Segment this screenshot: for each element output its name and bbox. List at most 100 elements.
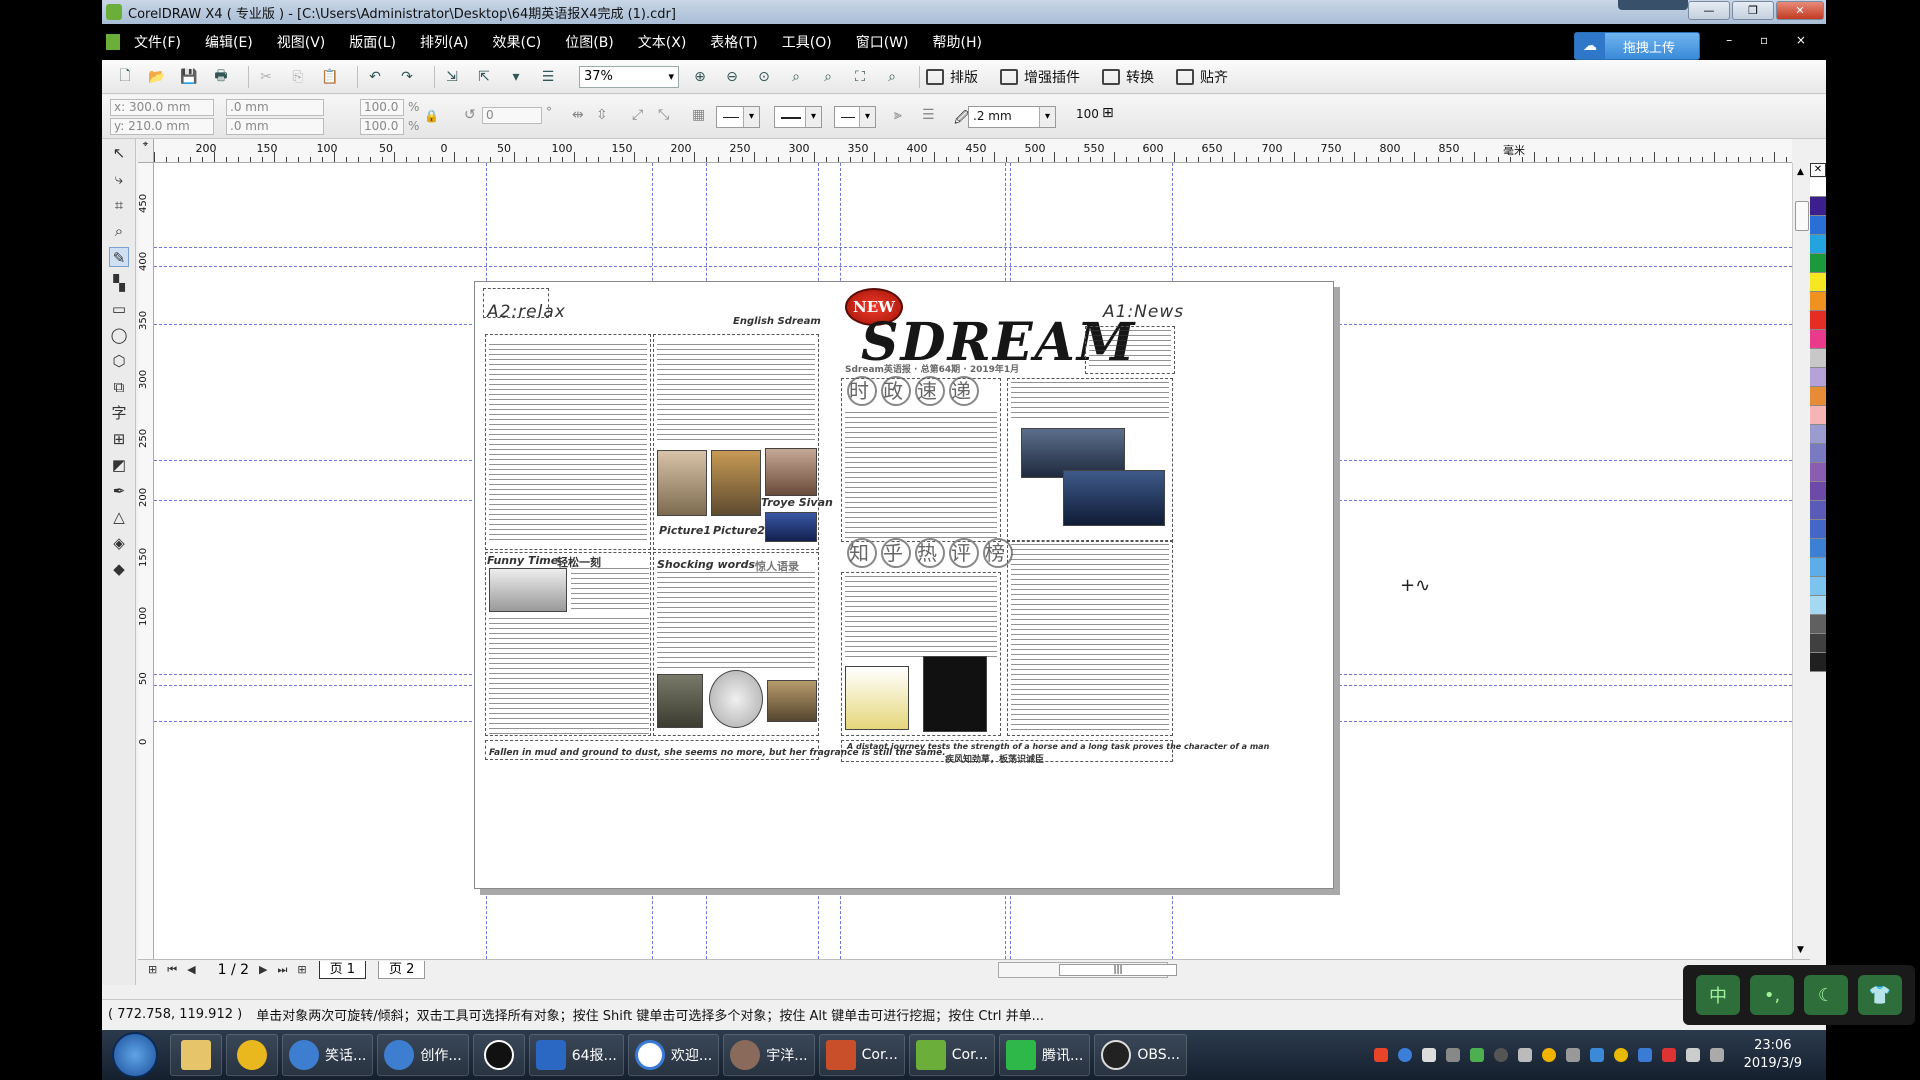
- menu-view[interactable]: 视图(V): [277, 32, 326, 52]
- polygon-tool-icon[interactable]: ⬡: [109, 351, 129, 371]
- color-swatch[interactable]: [1810, 425, 1826, 444]
- chrome-tray-icon[interactable]: [1541, 1048, 1556, 1062]
- taskbar-app[interactable]: 创作...: [377, 1034, 469, 1076]
- ime-moon-icon[interactable]: ☾: [1804, 975, 1848, 1015]
- rotation-angle-field[interactable]: 0: [482, 107, 542, 124]
- first-page-icon[interactable]: ⏮: [167, 963, 177, 977]
- welcome-screen-icon[interactable]: ☰: [537, 66, 559, 88]
- a2-relax-label[interactable]: A2:relax: [487, 302, 566, 322]
- taskbar-app[interactable]: 64报...: [528, 1034, 624, 1076]
- color-swatch[interactable]: [1810, 520, 1826, 539]
- color-swatch[interactable]: [1810, 273, 1826, 292]
- taskbar-app[interactable]: 笑话...: [282, 1034, 374, 1076]
- drag-upload-button[interactable]: ☁ 拖拽上传: [1574, 32, 1700, 60]
- taskbar-app[interactable]: 欢迎...: [627, 1034, 720, 1076]
- maximize-button[interactable]: ❐: [1732, 1, 1774, 20]
- y-position-field[interactable]: y: 210.0 mm: [110, 118, 214, 135]
- menu-arrange[interactable]: 排列(A): [420, 32, 469, 52]
- color-swatch[interactable]: [1810, 634, 1826, 653]
- ellipse-tool-icon[interactable]: ◯: [109, 325, 129, 345]
- open-icon[interactable]: 📂: [146, 66, 168, 88]
- article-text-block[interactable]: [845, 412, 997, 538]
- menu-edit[interactable]: 编辑(E): [205, 32, 253, 52]
- spin-icon[interactable]: ⊞: [1102, 105, 1114, 121]
- troye-sivan-photo[interactable]: [765, 448, 817, 496]
- start-arrow-select[interactable]: ▾: [716, 106, 760, 128]
- menu-file[interactable]: 文件(F): [134, 32, 181, 52]
- article-frame[interactable]: [653, 552, 819, 736]
- article-text-block[interactable]: [1011, 544, 1169, 732]
- sogou-tray-icon[interactable]: [1373, 1048, 1388, 1062]
- right-footer-quote-cn[interactable]: 疾风知劲草，板荡识诚臣: [945, 752, 1044, 765]
- resize-icon[interactable]: ⤡: [658, 107, 669, 123]
- taskbar-app[interactable]: 宇洋...: [723, 1034, 815, 1076]
- start-button[interactable]: [112, 1032, 158, 1078]
- enhance-plugin-button[interactable]: 增强插件: [1000, 67, 1080, 87]
- shield-tray-icon[interactable]: [1637, 1048, 1652, 1062]
- zoom-tool-icon[interactable]: ⌕: [109, 221, 129, 241]
- mirror-horizontal-icon[interactable]: ⇹: [572, 107, 584, 123]
- color-swatch[interactable]: [1810, 292, 1826, 311]
- eyedropper-tool-icon[interactable]: ✒: [109, 481, 129, 501]
- color-swatch[interactable]: [1810, 178, 1826, 197]
- no-fill-swatch[interactable]: ✕: [1810, 163, 1826, 177]
- save-icon[interactable]: 💾: [178, 66, 200, 88]
- ime-chinese-mode[interactable]: 中: [1696, 975, 1740, 1015]
- color-swatch[interactable]: [1810, 482, 1826, 501]
- article-text-block[interactable]: [657, 344, 815, 444]
- zoom-page-icon[interactable]: ⌕: [817, 66, 839, 88]
- convert-to-curves-icon[interactable]: ▦: [692, 107, 705, 123]
- picture-1-image[interactable]: [657, 450, 707, 516]
- troye-sivan-caption[interactable]: Troye Sivan: [761, 496, 833, 509]
- menu-text[interactable]: 文本(X): [638, 32, 687, 52]
- new-document-icon[interactable]: 🗋: [114, 66, 136, 88]
- hot-comments-heading[interactable]: 知乎热评榜: [847, 538, 1017, 568]
- scroll-down-icon[interactable]: ▼: [1797, 945, 1804, 955]
- horizontal-ruler[interactable]: 200 150 100 50 0 50 100 150 200 250 300 350 400 450 50…: [154, 139, 1792, 163]
- color-swatch[interactable]: [1810, 216, 1826, 235]
- table-tool-icon[interactable]: ⊞: [109, 429, 129, 449]
- color-swatch[interactable]: [1810, 653, 1826, 672]
- menu-bitmaps[interactable]: 位图(B): [565, 32, 614, 52]
- color-swatch[interactable]: [1810, 254, 1826, 273]
- volume-icon[interactable]: [1685, 1048, 1700, 1062]
- play-tray-icon[interactable]: [1469, 1048, 1484, 1062]
- ruler-origin[interactable]: ⌖: [138, 139, 154, 163]
- cloud-tray-icon[interactable]: [1445, 1048, 1460, 1062]
- drawing-canvas[interactable]: A2:relax English Sdream Troye Sivan Pict…: [154, 163, 1792, 959]
- picture-2-caption[interactable]: Picture2: [713, 524, 765, 537]
- horizontal-scrollbar[interactable]: |||: [998, 962, 1177, 978]
- 360-tray-icon[interactable]: [1613, 1048, 1628, 1062]
- add-page-before-icon[interactable]: ⊞: [148, 963, 157, 976]
- help-tray-icon[interactable]: [1397, 1048, 1412, 1062]
- zoom-level-select[interactable]: 37%: [579, 65, 679, 88]
- cloud2-tray-icon[interactable]: [1565, 1048, 1580, 1062]
- editor-info-text[interactable]: [1089, 330, 1171, 370]
- color-swatch[interactable]: [1810, 368, 1826, 387]
- obs-tray-icon[interactable]: [1493, 1048, 1508, 1062]
- outline-width-select[interactable]: .2 mm ▾: [968, 106, 1056, 128]
- menu-layout[interactable]: 版面(L): [349, 32, 396, 52]
- scroll-up-icon[interactable]: ▲: [1797, 167, 1804, 177]
- article-text-block[interactable]: [489, 344, 647, 544]
- zoom-selected-icon[interactable]: ⊙: [753, 66, 775, 88]
- right-footer-quote-en[interactable]: A distant journey tests the strength of …: [847, 742, 1269, 751]
- menu-help[interactable]: 帮助(H): [933, 32, 982, 52]
- convert-button[interactable]: 转换: [1102, 67, 1154, 87]
- picture-2-image[interactable]: [711, 450, 761, 516]
- guide-line[interactable]: [154, 266, 1792, 267]
- taskbar-app[interactable]: Cor...: [908, 1034, 995, 1076]
- explorer-taskbar-icon[interactable]: [170, 1034, 222, 1076]
- cut-icon[interactable]: ✂: [255, 66, 277, 88]
- tab-page-2[interactable]: 页 2: [378, 960, 426, 979]
- color-swatch[interactable]: [1810, 406, 1826, 425]
- network-tray-icon[interactable]: [1421, 1048, 1436, 1062]
- export-icon[interactable]: ⇱: [473, 66, 495, 88]
- issue-line[interactable]: Sdream英语报 · 总第64期 · 2019年1月: [845, 362, 1019, 375]
- zoom-in-icon[interactable]: ⊕: [689, 66, 711, 88]
- lock-ratio-icon[interactable]: 🔒: [424, 109, 439, 123]
- menu-window[interactable]: 窗口(W): [856, 32, 909, 52]
- prev-page-icon[interactable]: ◀: [187, 963, 195, 976]
- interactive-blend-tool-icon[interactable]: ◩: [109, 455, 129, 475]
- add-page-after-icon[interactable]: ⊞: [297, 963, 306, 976]
